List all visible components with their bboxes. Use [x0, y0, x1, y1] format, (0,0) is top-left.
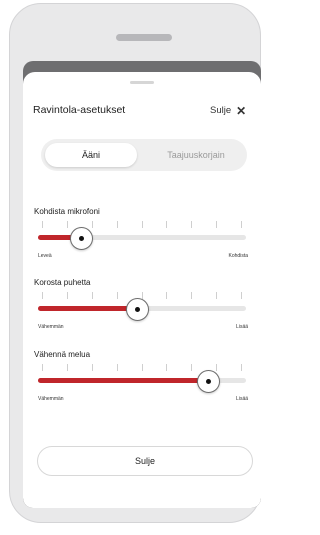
slider-min-label: Leveä [38, 253, 52, 259]
slider-handle[interactable] [126, 298, 150, 321]
slider-min-label: Vähemmän [38, 396, 64, 402]
slider-fill [38, 306, 138, 311]
phone-speaker [116, 34, 172, 41]
slider-enhance-speech: Korosta puhetta Vähemmän Lisää [23, 278, 261, 348]
close-icon: ✕ [236, 103, 247, 118]
slider-label: Vähennä melua [34, 350, 91, 359]
sheet-grabber[interactable] [130, 81, 154, 84]
slider-max-label: Lisää [236, 324, 248, 330]
tab-segmented-control: Ääni Taajuuskorjain [41, 139, 247, 171]
settings-sheet: Ravintola-asetukset Sulje ✕ Ääni Taajuus… [23, 72, 261, 508]
slider-label: Kohdista mikrofoni [34, 207, 100, 216]
slider-label: Korosta puhetta [34, 278, 91, 287]
slider-fill [38, 378, 209, 383]
close-button[interactable]: Sulje [37, 446, 253, 476]
slider-focus-microphone: Kohdista mikrofoni Leveä Kohdista [23, 207, 261, 277]
tab-sound[interactable]: Ääni [45, 143, 137, 167]
sheet-title: Ravintola-asetukset [33, 104, 126, 116]
slider-handle[interactable] [197, 370, 221, 393]
close-button-top[interactable]: Sulje ✕ [210, 103, 247, 118]
slider-ticks [42, 221, 242, 228]
close-label: Sulje [210, 105, 232, 116]
phone-frame: Ravintola-asetukset Sulje ✕ Ääni Taajuus… [9, 3, 261, 523]
slider-min-label: Vähemmän [38, 324, 64, 330]
tab-equalizer[interactable]: Taajuuskorjain [149, 143, 243, 167]
phone-screen: Ravintola-asetukset Sulje ✕ Ääni Taajuus… [23, 61, 261, 508]
slider-max-label: Lisää [236, 396, 248, 402]
slider-max-label: Kohdista [228, 253, 248, 259]
slider-reduce-noise: Vähennä melua Vähemmän Lisää [23, 350, 261, 420]
slider-handle[interactable] [70, 227, 94, 250]
